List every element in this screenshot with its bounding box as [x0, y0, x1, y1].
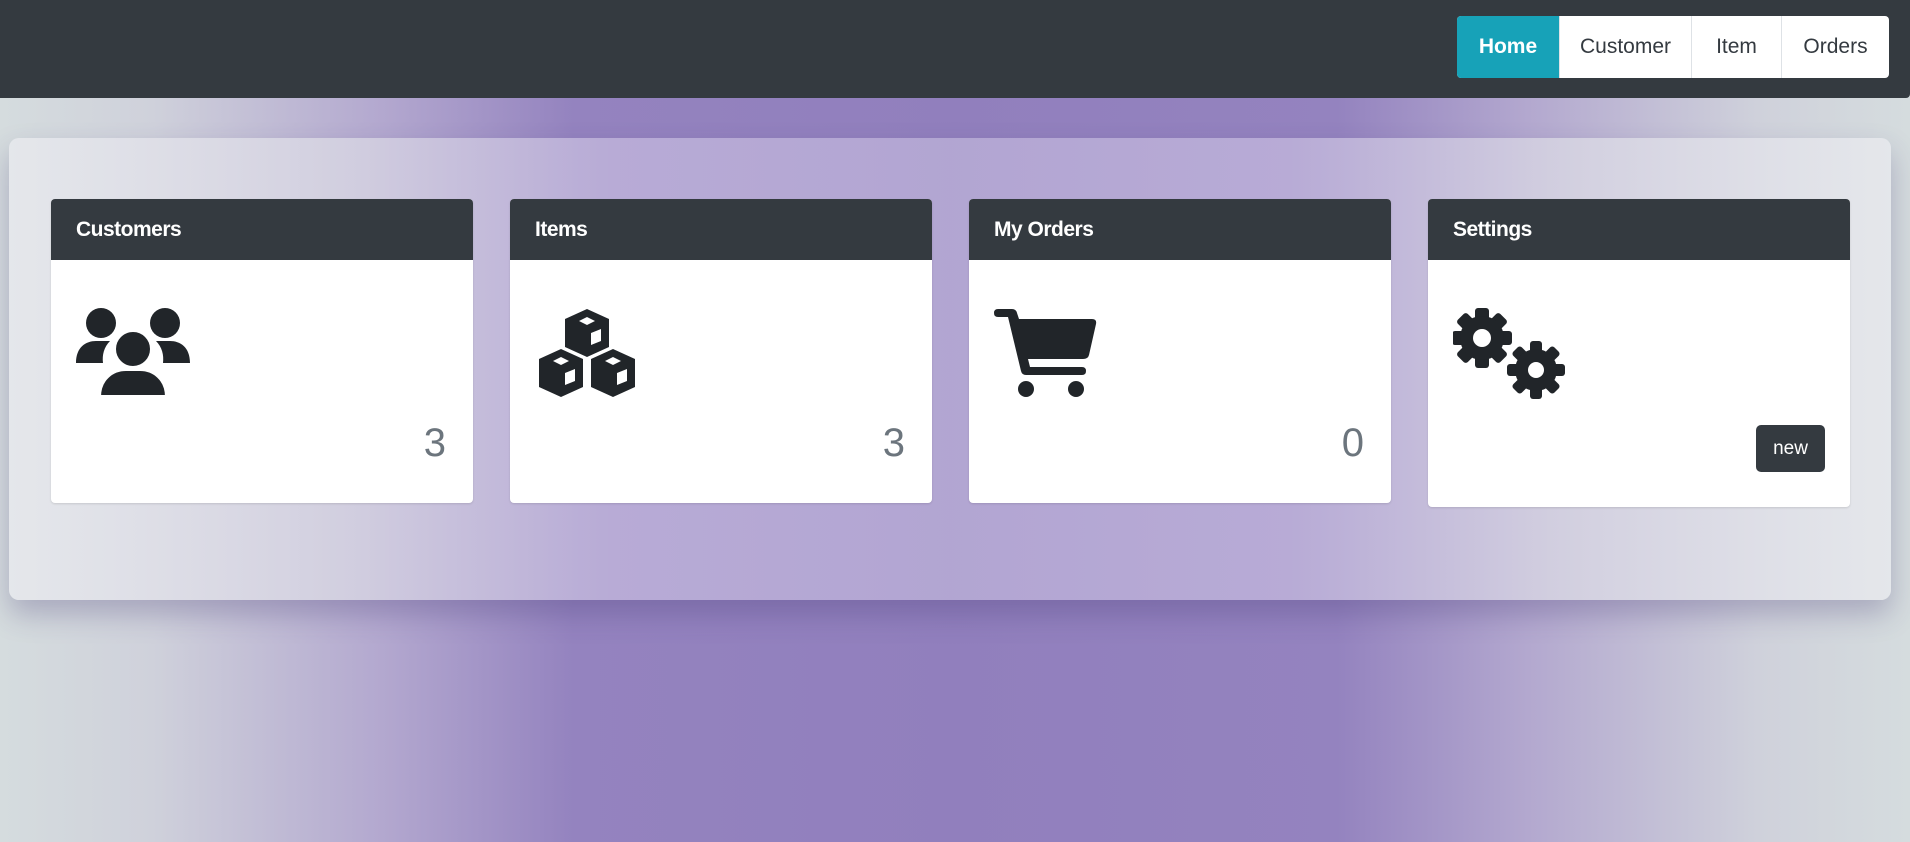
dashboard-panel: Customers 3 Items 3 My Orders 0 Settings… [9, 138, 1891, 600]
customer-count: 3 [423, 421, 446, 465]
card-title: Items [510, 199, 932, 260]
cogs-icon [1452, 307, 1567, 406]
main-nav: Home Customer Item Orders [1457, 16, 1889, 78]
card-title: My Orders [969, 199, 1391, 260]
item-count: 3 [882, 421, 905, 465]
nav-item[interactable]: Item [1691, 16, 1781, 78]
nav-home[interactable]: Home [1457, 16, 1559, 78]
card-title: Customers [51, 199, 473, 260]
new-button[interactable]: new [1756, 425, 1825, 472]
nav-customer[interactable]: Customer [1559, 16, 1691, 78]
items-card[interactable]: Items 3 [510, 199, 932, 503]
card-title: Settings [1428, 199, 1850, 260]
customers-card[interactable]: Customers 3 [51, 199, 473, 503]
nav-orders[interactable]: Orders [1781, 16, 1889, 78]
orders-card[interactable]: My Orders 0 [969, 199, 1391, 503]
cubes-icon [535, 307, 639, 404]
top-navbar: Home Customer Item Orders [0, 0, 1910, 98]
users-icon [76, 307, 190, 404]
shopping-cart-icon [994, 307, 1098, 404]
settings-card[interactable]: Settings new [1428, 199, 1850, 507]
order-count: 0 [1341, 421, 1364, 465]
